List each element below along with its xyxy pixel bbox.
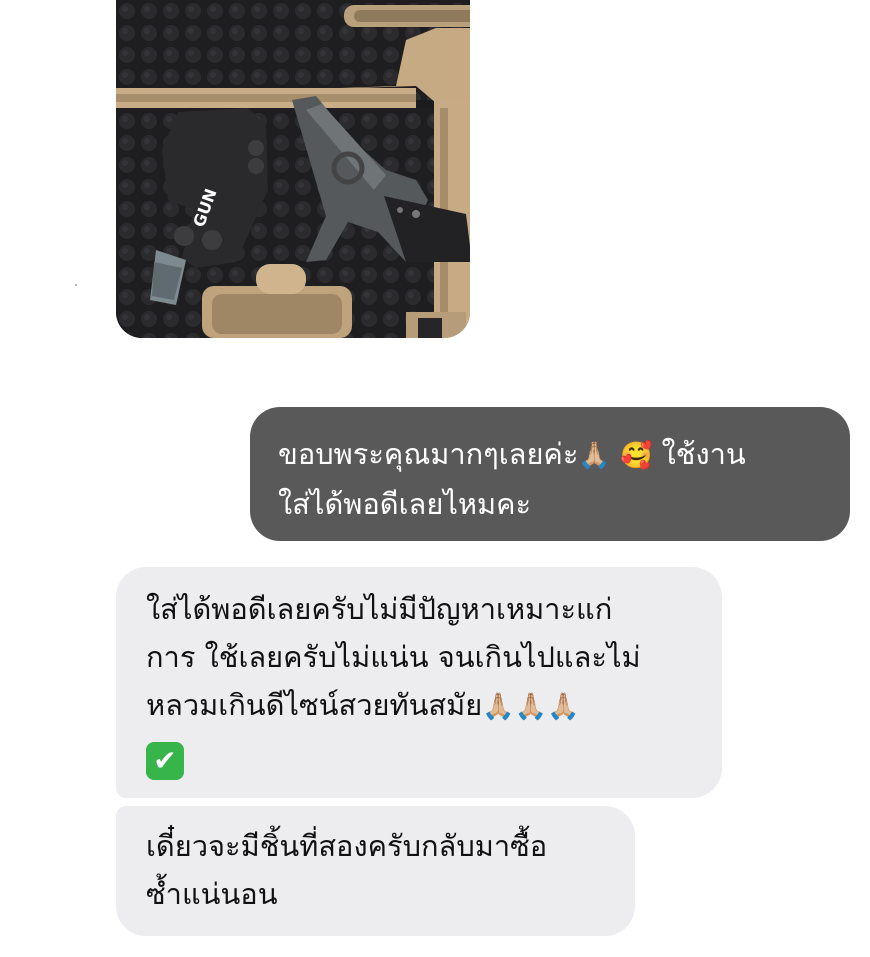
message-line: เดี๋ยวจะมีชิ้นที่สองครับกลับมาซื้อ bbox=[146, 829, 548, 863]
message-line: ใส่ได้พอดีเลยไหมคะ bbox=[278, 487, 532, 521]
folded-hands-emoji-icon: 🙏🏼🙏🏼🙏🏼 bbox=[482, 692, 580, 722]
pistol-case-photo: GUN bbox=[116, 0, 470, 338]
outgoing-message-bubble[interactable]: ขอบพระคุณมากๆเลยค่ะ🙏🏼 🥰 ใช้งาน ใส่ได้พอด… bbox=[250, 407, 850, 541]
message-text: ใช้งาน bbox=[661, 437, 746, 471]
message-line: ซ้ำแน่นอน bbox=[146, 877, 278, 911]
check-mark-emoji-icon: ✔ bbox=[146, 742, 184, 780]
incoming-message-bubble[interactable]: ใส่ได้พอดีเลยครับไม่มีปัญหาเหมาะแก่ การ … bbox=[116, 567, 722, 798]
message-line: ใส่ได้พอดีเลยครับไม่มีปัญหาเหมาะแก่ bbox=[146, 592, 613, 626]
shared-photo[interactable]: GUN bbox=[116, 0, 470, 338]
incoming-message-bubble[interactable]: เดี๋ยวจะมีชิ้นที่สองครับกลับมาซื้อ ซ้ำแน… bbox=[116, 806, 635, 936]
message-line: ขอบพระคุณมากๆเลยค่ะ🙏🏼 🥰 ใช้งาน bbox=[278, 430, 830, 480]
message-text: หลวมเกินดีไซน์สวยทันสมัย bbox=[146, 688, 483, 722]
message-line: หลวมเกินดีไซน์สวยทันสมัย🙏🏼🙏🏼🙏🏼 bbox=[146, 681, 702, 731]
message-line: การ ใช้เลยครับไม่แน่น จนเกินไปและไม่ bbox=[146, 640, 641, 674]
folded-hands-emoji-icon: 🙏🏼 bbox=[578, 441, 611, 471]
smiling-hearts-emoji-icon: 🥰 bbox=[620, 441, 653, 471]
decor-dot bbox=[75, 284, 77, 286]
message-line: ✔ bbox=[146, 735, 702, 783]
message-text: ขอบพระคุณมากๆเลยค่ะ bbox=[278, 437, 579, 471]
